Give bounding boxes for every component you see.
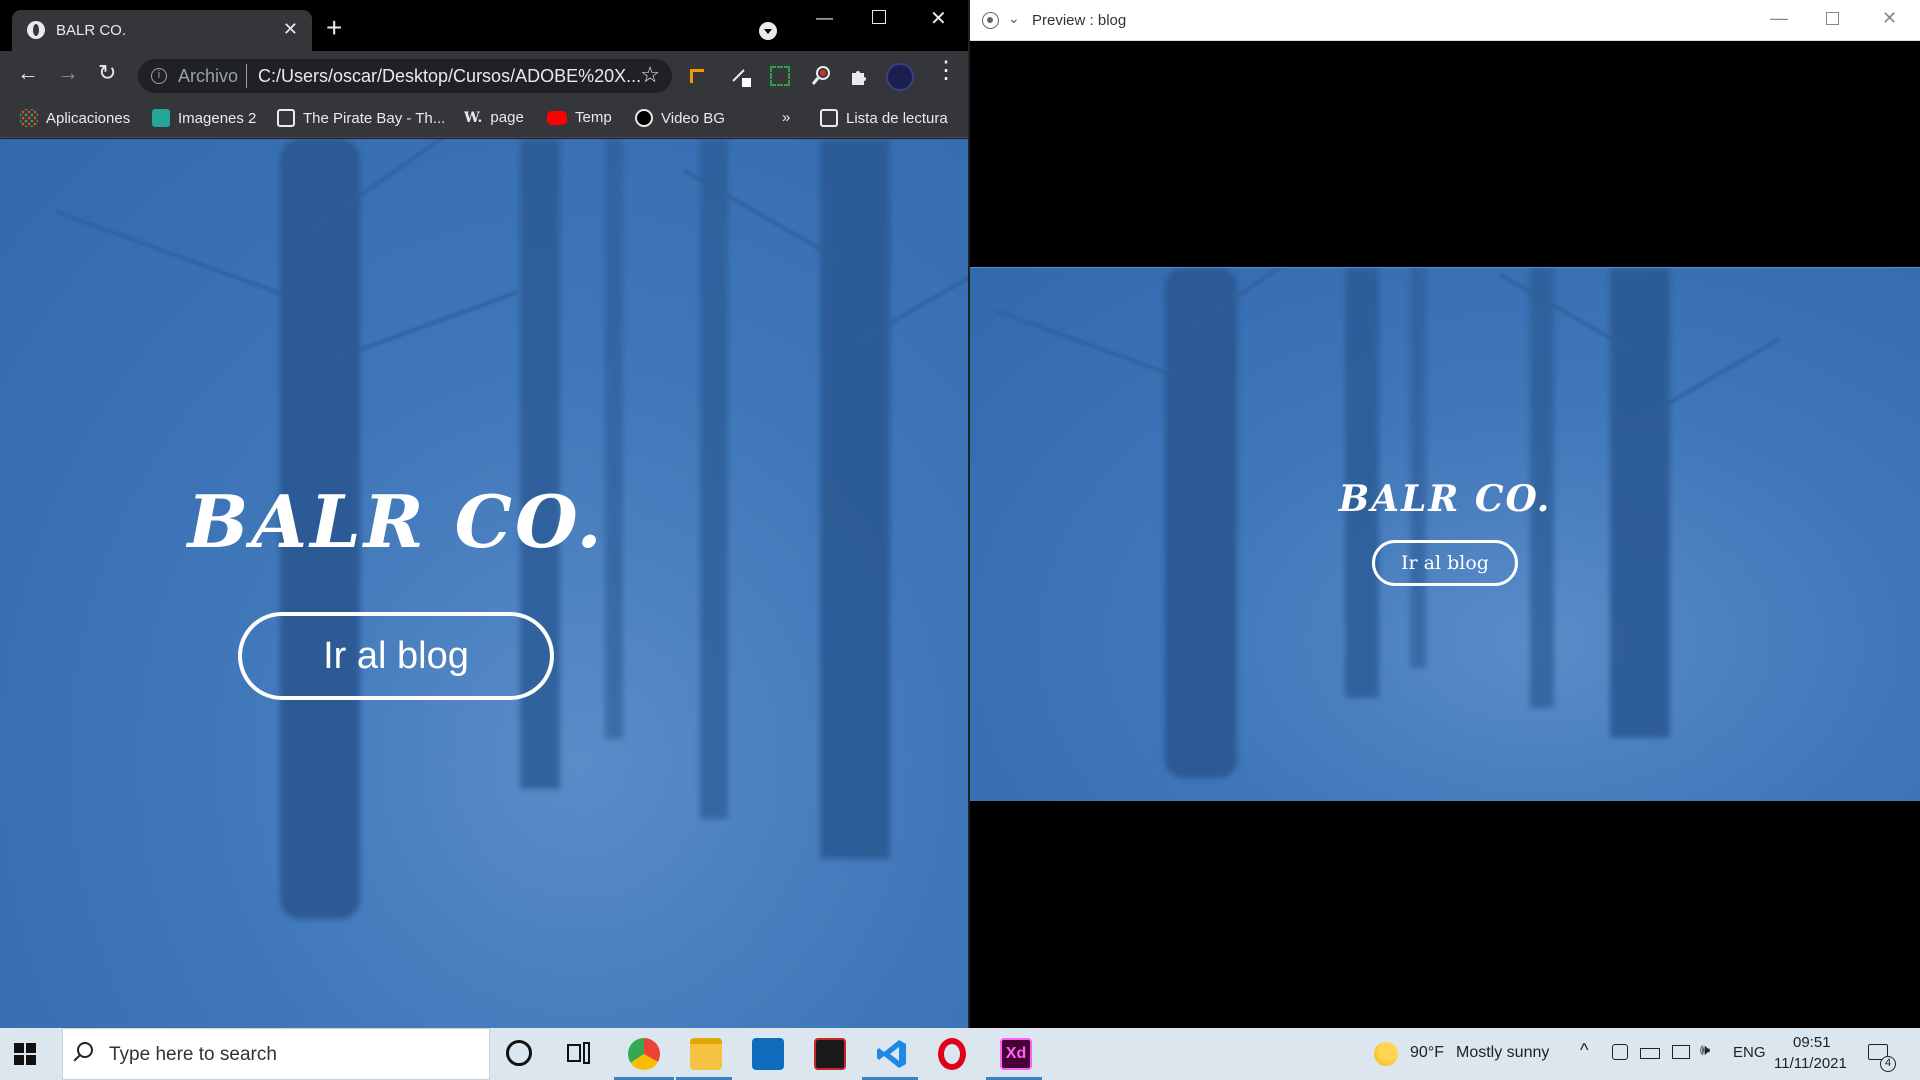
bookmark-piratebay[interactable]: The Pirate Bay - Th... (277, 109, 445, 127)
reading-list-button[interactable]: Lista de lectura (820, 109, 948, 127)
url-text[interactable]: C:/Users/oscar/Desktop/Cursos/ADOBE%20X.… (258, 66, 641, 87)
address-bar[interactable]: i Archivo C:/Users/oscar/Desktop/Cursos/… (138, 59, 672, 93)
bookmark-label: The Pirate Bay - Th... (303, 109, 446, 127)
file-explorer-icon[interactable] (690, 1038, 722, 1070)
network-icon[interactable] (1672, 1045, 1690, 1059)
mail-icon[interactable] (752, 1038, 784, 1070)
weather-temp[interactable]: 90°F (1410, 1044, 1444, 1062)
xd-preview-window: ⌄ Preview : blog — ✕ BALR CO. Ir al blog (970, 0, 1920, 1028)
menu-kebab-icon[interactable]: ⋮ (934, 59, 958, 83)
extensions-puzzle-icon[interactable] (848, 65, 870, 87)
maximize-icon[interactable] (872, 10, 886, 24)
notification-badge: 4 (1880, 1056, 1896, 1072)
bookmark-star-icon[interactable]: ☆ (640, 62, 660, 88)
close-tab-icon[interactable]: ✕ (283, 19, 298, 40)
extension-screenshot-icon[interactable] (770, 66, 790, 86)
url-separator (246, 64, 247, 88)
youtube-icon (547, 110, 567, 125)
clock-time[interactable]: 09:51 (1793, 1034, 1831, 1051)
weather-description[interactable]: Mostly sunny (1456, 1044, 1549, 1062)
game-app-icon[interactable] (814, 1038, 846, 1070)
cortana-icon[interactable] (506, 1040, 532, 1066)
tab-title: BALR CO. (56, 22, 127, 39)
meet-now-icon[interactable] (1612, 1044, 1628, 1060)
minimize-icon[interactable]: — (1770, 8, 1788, 29)
preview-titlebar: ⌄ Preview : blog — ✕ (970, 0, 1920, 41)
preview-title: Preview : blog (1032, 12, 1127, 29)
bookmarks-overflow-button[interactable]: » (782, 109, 790, 126)
tab-search-icon[interactable] (759, 22, 777, 40)
weather-sun-icon[interactable] (1374, 1042, 1398, 1066)
c-bookmark-icon (635, 109, 653, 127)
reading-list-icon (820, 109, 838, 127)
image-bookmark-icon (152, 109, 170, 127)
clock-date[interactable]: 11/11/2021 (1774, 1055, 1847, 1072)
site-logo: BALR CO. (187, 479, 605, 564)
bookmark-label: Aplicaciones (46, 109, 131, 127)
browser-tab[interactable]: BALR CO. ✕ (12, 10, 312, 51)
url-scheme: Archivo (178, 66, 239, 86)
bookmark-page[interactable]: W. page (464, 109, 524, 126)
close-window-icon[interactable]: ✕ (930, 6, 947, 31)
bookmark-aplicaciones[interactable]: Aplicaciones (20, 109, 130, 127)
tab-strip: BALR CO. ✕ + — ✕ (0, 0, 968, 51)
bookmark-label: Imagenes 2 (178, 109, 257, 127)
bookmarks-bar: Aplicaciones Imagenes 2 The Pirate Bay -… (0, 100, 968, 138)
chrome-window: BALR CO. ✕ + — ✕ ← → ↻ i Archivo C:/User… (0, 0, 968, 1028)
browser-toolbar: ← → ↻ i Archivo C:/Users/oscar/Desktop/C… (0, 51, 968, 100)
maximize-icon[interactable] (1826, 12, 1839, 25)
windows-taskbar: Type here to search Xd 90°F Mostly sunny… (0, 1028, 1920, 1080)
extension-arrow-icon[interactable] (690, 69, 704, 83)
minimize-icon[interactable]: — (816, 8, 833, 28)
ship-bookmark-icon (277, 109, 295, 127)
hero-section: BALR CO. Ir al blog (0, 479, 968, 700)
chrome-taskbar-icon[interactable] (628, 1038, 660, 1070)
bookmark-videobg[interactable]: Video BG (635, 109, 725, 127)
info-icon[interactable]: i (151, 68, 167, 84)
task-view-icon[interactable] (566, 1041, 592, 1065)
chevron-up-icon[interactable]: ^ (1580, 1040, 1588, 1061)
preview-ir-al-blog-button[interactable]: Ir al blog (1372, 540, 1518, 586)
globe-icon (27, 21, 45, 39)
search-placeholder: Type here to search (109, 1044, 277, 1065)
bookmark-imagenes[interactable]: Imagenes 2 (152, 109, 256, 127)
bookmark-label: Temp (575, 109, 612, 126)
reading-list-label: Lista de lectura (846, 109, 948, 127)
vscode-icon[interactable] (876, 1038, 908, 1070)
w-bookmark-icon: W. (464, 109, 483, 126)
language-indicator[interactable]: ENG (1733, 1044, 1766, 1061)
preview-hero: BALR CO. Ir al blog (970, 478, 1920, 586)
profile-avatar[interactable] (886, 63, 914, 91)
extension-pen-icon[interactable] (730, 65, 752, 87)
bookmark-label: page (490, 109, 524, 126)
preview-logo: BALR CO. (1338, 478, 1552, 520)
windows-start-icon[interactable] (14, 1043, 36, 1065)
chevron-down-icon[interactable]: ⌄ (1008, 10, 1020, 27)
battery-icon[interactable] (1640, 1048, 1660, 1059)
bookmark-label: Video BG (661, 109, 725, 127)
bookmark-temp[interactable]: Temp (547, 109, 612, 126)
forward-icon[interactable]: → (57, 62, 79, 84)
preview-artboard: BALR CO. Ir al blog (970, 267, 1920, 801)
ir-al-blog-button[interactable]: Ir al blog (238, 612, 554, 700)
extension-magnifier-icon[interactable] (810, 65, 832, 87)
adobe-xd-icon[interactable]: Xd (1000, 1038, 1032, 1070)
taskbar-search-box[interactable]: Type here to search (62, 1028, 490, 1080)
record-icon[interactable] (982, 12, 999, 29)
new-tab-button[interactable]: + (326, 14, 342, 42)
page-viewport: BALR CO. Ir al blog (0, 139, 968, 1028)
opera-icon[interactable] (938, 1038, 966, 1070)
back-icon[interactable]: ← (17, 62, 39, 84)
search-icon (77, 1042, 93, 1058)
volume-icon[interactable]: 🕪 (1700, 1042, 1710, 1060)
apps-grid-icon (20, 109, 38, 127)
reload-icon[interactable]: ↻ (98, 62, 116, 84)
close-window-icon[interactable]: ✕ (1882, 8, 1897, 29)
